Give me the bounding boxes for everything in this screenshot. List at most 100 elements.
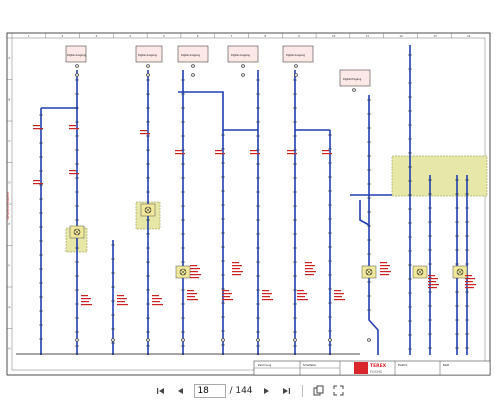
wire-label (287, 150, 294, 152)
wire-label (117, 298, 127, 300)
wire-layer (39, 45, 469, 355)
page-indicator: / 144 (194, 383, 253, 398)
wire-label (428, 284, 439, 286)
wire-label (222, 293, 232, 295)
wire-label (232, 265, 242, 267)
wire-label (322, 150, 329, 152)
company-name: TEREX (370, 363, 387, 369)
copy-icon[interactable] (312, 384, 326, 398)
wire-label (262, 293, 272, 295)
module-label-6: Digital Eingang (343, 78, 362, 81)
wire-label (81, 298, 91, 300)
fullscreen-icon[interactable] (332, 384, 346, 398)
wire-label (187, 293, 197, 295)
wire-label (81, 304, 92, 306)
wire-label (305, 268, 313, 270)
module-label-2: Digital Ausgang (138, 54, 157, 57)
wire-label (334, 290, 341, 292)
title-block-text-4: Blatt (443, 363, 449, 367)
row-letter: G (9, 305, 11, 309)
wire-label (33, 125, 40, 127)
wire-label (380, 274, 389, 276)
prev-page-icon[interactable] (174, 384, 188, 398)
row-letter: F (9, 263, 11, 267)
row-letter: H (9, 346, 11, 350)
toolbar-separator (301, 384, 303, 397)
wire-label (140, 130, 147, 132)
wire-label (33, 183, 43, 185)
wire-label (69, 170, 76, 172)
wire-label (297, 299, 308, 301)
column-number: 1 (28, 34, 30, 38)
module-box-1: Digital Ausgang (65, 45, 86, 63)
wire-label (428, 275, 435, 277)
next-page-icon[interactable] (259, 384, 273, 398)
wire-label (297, 293, 307, 295)
wire-label (69, 173, 79, 175)
wire-label (250, 153, 260, 155)
wire-label (215, 150, 222, 152)
wire-label (232, 274, 241, 276)
row-letter: D (9, 180, 11, 184)
wire-label (190, 271, 198, 273)
row-letter: A (9, 56, 11, 60)
wire-label (222, 296, 230, 298)
module-box-5: Digital Ausgang (282, 45, 314, 63)
wire-label (322, 153, 332, 155)
wire-label (33, 180, 40, 182)
row-letter: B (9, 97, 11, 101)
wire-label (334, 296, 342, 298)
column-number: 2 (62, 34, 64, 38)
column-number: 7 (231, 34, 233, 38)
column-number: 6 (197, 34, 199, 38)
wire-label (232, 271, 243, 273)
wire-label (262, 299, 273, 301)
component-box-3 (391, 155, 488, 197)
wire-label (297, 290, 304, 292)
wire-label (187, 296, 195, 298)
wire-label (187, 299, 198, 301)
column-number: 9 (298, 34, 300, 38)
wire-label (222, 290, 229, 292)
wire-label (215, 153, 225, 155)
wire-label (117, 301, 125, 303)
wire (368, 95, 379, 355)
brand-name: FUCHS (370, 370, 383, 374)
wiring-diagram: 1 2 3 4 5 6 7 8 9 10 11 12 13 14 ABCDEFGH Schaltplan … (6, 32, 491, 376)
module-label-4: Digital Ausgang (231, 54, 250, 57)
terex-logo-mark (354, 362, 368, 374)
wire-label (380, 271, 391, 273)
wire-label (428, 287, 437, 289)
drawing-frame (6, 32, 491, 376)
column-number: 10 (332, 34, 336, 38)
wire-label (190, 268, 200, 270)
wire-label (287, 153, 297, 155)
last-page-icon[interactable] (279, 384, 293, 398)
wire-label (222, 299, 233, 301)
page-number-input[interactable] (194, 383, 227, 398)
pdf-toolbar: / 144 (0, 381, 500, 400)
wire-label (428, 281, 436, 283)
wire-label (152, 298, 162, 300)
wire-label (305, 274, 314, 276)
wire-label (305, 262, 312, 264)
wire-label (465, 287, 474, 289)
wire-label (465, 275, 472, 277)
wire-label (81, 295, 88, 297)
first-page-icon[interactable] (154, 384, 168, 398)
wire-label (297, 296, 305, 298)
wire-label (232, 268, 240, 270)
wire-label (69, 125, 76, 127)
wire-label (175, 150, 182, 152)
wire-label (380, 265, 390, 267)
wire-label (152, 304, 163, 306)
wire-label (305, 271, 316, 273)
wire-label (187, 290, 194, 292)
wire-label (250, 150, 257, 152)
inner-frame (11, 37, 486, 371)
wire-label (334, 293, 344, 295)
wire-label (380, 268, 388, 270)
wire-label (380, 262, 387, 264)
column-number: 11 (366, 34, 370, 38)
row-letter: C (9, 139, 11, 143)
